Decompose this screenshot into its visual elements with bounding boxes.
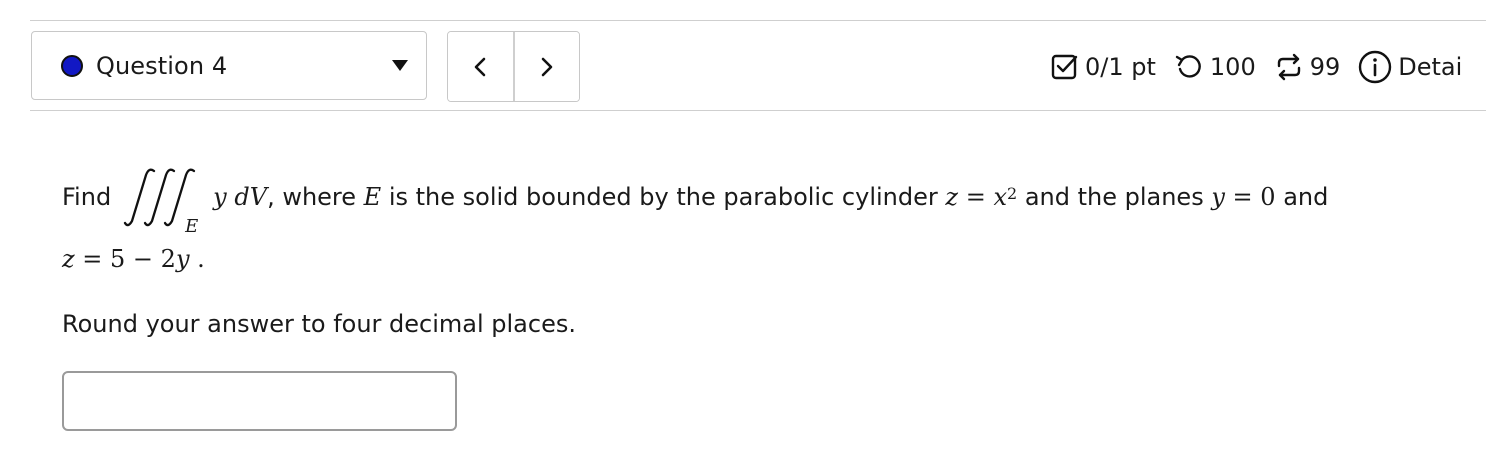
find-text: Find	[62, 183, 112, 212]
eq2-lhs: y	[1211, 183, 1225, 212]
undo-icon	[1175, 55, 1201, 78]
integrand: y dV	[213, 183, 268, 212]
score-text: 0/1 pt	[1085, 53, 1156, 81]
top-divider	[30, 20, 1486, 21]
eq3-period: .	[197, 245, 205, 273]
question-line-2: z = 5 − 2y .	[62, 245, 205, 274]
region-symbol: E	[363, 183, 382, 212]
eq1-equals: =	[965, 183, 986, 212]
eq1-lhs: z	[945, 183, 959, 212]
description-text-c: and	[1283, 183, 1329, 212]
header-divider	[30, 110, 1486, 111]
question-select[interactable]: Question 4	[31, 31, 427, 100]
rounding-instructions: Round your answer to four decimal places…	[62, 310, 576, 338]
eq1-rhs: x	[993, 183, 1007, 212]
question-line-1: Find E y dV , where E is the solid bound…	[62, 165, 1329, 237]
description-text-b: and the planes	[1024, 183, 1204, 212]
details-button[interactable]: Detai	[1358, 50, 1462, 84]
answer-input[interactable]	[62, 371, 457, 431]
info-icon	[1359, 50, 1392, 84]
question-select-label: Question 4	[96, 51, 228, 80]
eq2-rhs: 0	[1260, 183, 1276, 212]
attempts-stat: 100	[1174, 53, 1256, 81]
chevron-right-icon	[541, 57, 553, 76]
eq3-lhs: z	[62, 245, 75, 273]
eq3-rest: = 5 − 2	[82, 245, 176, 273]
previous-question-button[interactable]	[448, 32, 513, 101]
refresh-arrows-icon	[1277, 53, 1300, 81]
versions-text: 99	[1309, 53, 1341, 81]
question-status-dot	[61, 54, 83, 77]
versions-stat: 99	[1274, 52, 1341, 82]
next-question-button[interactable]	[512, 32, 579, 101]
attempts-text: 100	[1209, 53, 1256, 81]
question-nav	[447, 31, 580, 102]
eq2-equals: =	[1232, 183, 1253, 212]
where-text: , where	[267, 183, 357, 212]
eq1-exponent: 2	[1006, 183, 1018, 203]
question-stats: 0/1 pt 100 99 Detai	[1051, 45, 1462, 89]
chevron-left-icon	[474, 57, 486, 76]
checkbox-icon	[1051, 54, 1078, 80]
eq3-variable: y	[175, 245, 190, 273]
score-stat: 0/1 pt	[1051, 53, 1156, 81]
description-text-a: is the solid bounded by the parabolic cy…	[388, 183, 938, 212]
caret-down-icon	[392, 60, 408, 71]
triple-integral: E	[119, 165, 209, 237]
details-label: Detai	[1398, 53, 1463, 81]
integral-region-subscript: E	[185, 216, 199, 237]
